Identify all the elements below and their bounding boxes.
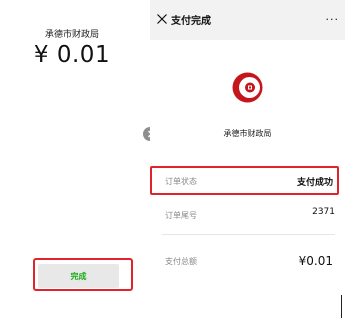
order-number-value: 2371 bbox=[312, 207, 335, 217]
payee-name: 承德市财政局 bbox=[44, 30, 99, 40]
total-amount-label: 支付总额 bbox=[165, 257, 197, 266]
title-bar: 支付完成 ··· bbox=[150, 0, 345, 40]
divider bbox=[162, 234, 335, 235]
close-icon[interactable] bbox=[156, 13, 168, 25]
payment-confirm-panel: 承德市财政局 ¥ 0.01 完成 bbox=[0, 0, 144, 318]
payment-amount: ¥ 0.01 bbox=[33, 42, 111, 68]
merchant-logo-icon bbox=[232, 72, 263, 103]
total-amount-value: ¥0.01 bbox=[298, 254, 333, 268]
order-status-label: 订单状态 bbox=[165, 177, 197, 186]
order-status-value: 支付成功 bbox=[296, 178, 333, 188]
screenshot-composite: 承德市财政局 ¥ 0.01 完成 支付完成 ··· 承德市财政局 订单状态 支付… bbox=[0, 0, 345, 318]
divider bbox=[341, 295, 342, 318]
page-title: 支付完成 bbox=[171, 16, 211, 27]
more-icon[interactable]: ··· bbox=[326, 13, 340, 26]
payment-result-panel: 支付完成 ··· 承德市财政局 订单状态 支付成功 订单尾号 2371 支付总额… bbox=[150, 0, 345, 318]
order-number-label: 订单尾号 bbox=[165, 211, 197, 220]
merchant-name: 承德市财政局 bbox=[223, 129, 272, 138]
done-button[interactable]: 完成 bbox=[38, 264, 119, 288]
